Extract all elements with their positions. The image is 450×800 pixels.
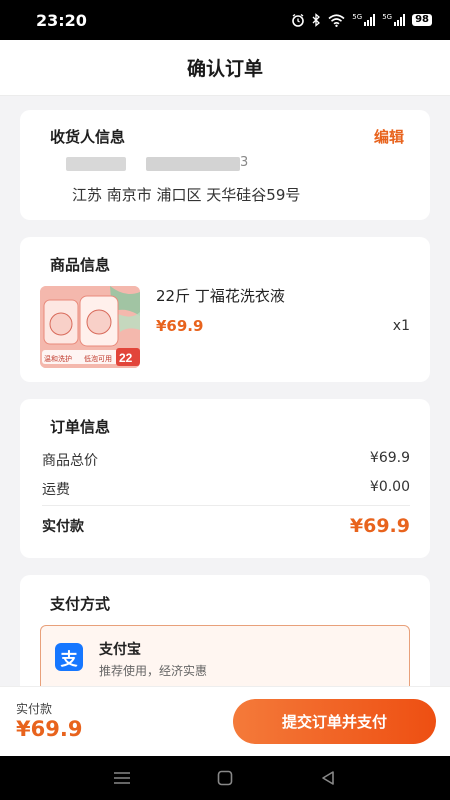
product-price: ¥69.9 (156, 317, 204, 335)
masked-name (66, 157, 126, 171)
payment-option-desc: 推荐使用，经济实惠 (99, 664, 208, 678)
order-card: 订单信息 商品总价 ¥69.9 运费 ¥0.00 实付款 ¥69.9 (20, 399, 430, 558)
signal-icon: 5G (352, 13, 376, 26)
order-divider (42, 505, 410, 506)
order-total-label: 实付款 (42, 519, 84, 535)
status-icons: 5G 5G 98 (291, 13, 432, 27)
submit-order-button[interactable]: 提交订单并支付 (233, 699, 436, 744)
recipient-section-title: 收货人信息 (50, 128, 126, 146)
product-tag-right: 低泡可用 (84, 354, 112, 363)
order-row-subtotal: 商品总价 ¥69.9 (42, 450, 410, 470)
battery-icon: 98 (412, 14, 432, 26)
order-section-title: 订单信息 (50, 418, 111, 436)
product-illustration: 22 温和洗护 低泡可用 (40, 286, 140, 368)
order-row-total: 实付款 ¥69.9 (42, 515, 410, 537)
payment-section-title: 支付方式 (50, 595, 111, 613)
product-tag-left: 温和洗护 (44, 354, 72, 363)
alipay-icon: 支 (55, 643, 83, 671)
page-title: 确认订单 (186, 58, 263, 80)
status-time: 23:20 (36, 10, 87, 30)
payment-option-alipay[interactable]: 支 支付宝 推荐使用，经济实惠 (40, 625, 410, 695)
back-icon[interactable] (313, 766, 343, 790)
payment-option-name: 支付宝 (99, 642, 141, 658)
checkout-bar: 实付款 ¥69.9 提交订单并支付 (0, 686, 450, 756)
address-text: 江苏 南京市 浦口区 天华硅谷59号 (72, 186, 301, 204)
status-bar: 23:20 5G 5G 98 (0, 0, 450, 40)
recipient-card: 收货人信息 编辑 3 江苏 南京市 浦口区 天华硅谷59号 (20, 110, 430, 220)
edit-address-button[interactable]: 编辑 (374, 126, 404, 147)
checkout-total-label: 实付款 (16, 702, 53, 716)
menu-icon[interactable] (107, 766, 137, 790)
signal-icon: 5G (382, 13, 406, 26)
product-quantity: x1 (392, 318, 410, 334)
masked-phone (146, 157, 240, 171)
shipping-label: 运费 (42, 482, 70, 498)
product-name[interactable]: 22斤 丁福花洗衣液 (156, 285, 285, 306)
order-total-value: ¥69.9 (349, 515, 410, 537)
bluetooth-icon (312, 13, 321, 27)
system-nav-bar (0, 756, 450, 800)
order-row-shipping: 运费 ¥0.00 (42, 479, 410, 499)
masked-phone-tail: 3 (240, 155, 249, 170)
network-type-2: 5G (382, 13, 393, 21)
alarm-icon (292, 13, 305, 27)
home-icon[interactable] (210, 766, 240, 790)
goods-section-title: 商品信息 (50, 256, 111, 274)
checkout-total-value: ¥69.9 (16, 717, 83, 741)
subtotal-label: 商品总价 (42, 453, 98, 469)
shipping-value: ¥0.00 (369, 479, 410, 495)
goods-card: 商品信息 22 温和洗护 低泡可用 22斤 丁福花洗衣液 ¥69.9 x1 (20, 237, 430, 382)
network-type-1: 5G (352, 13, 363, 21)
subtotal-value: ¥69.9 (369, 450, 410, 466)
wifi-icon (328, 13, 345, 27)
product-badge: 22 (119, 351, 133, 365)
payment-card: 支付方式 支 支付宝 推荐使用，经济实惠 (20, 575, 430, 695)
product-image[interactable]: 22 温和洗护 低泡可用 (40, 286, 140, 368)
title-bar: 确认订单 (0, 40, 450, 96)
